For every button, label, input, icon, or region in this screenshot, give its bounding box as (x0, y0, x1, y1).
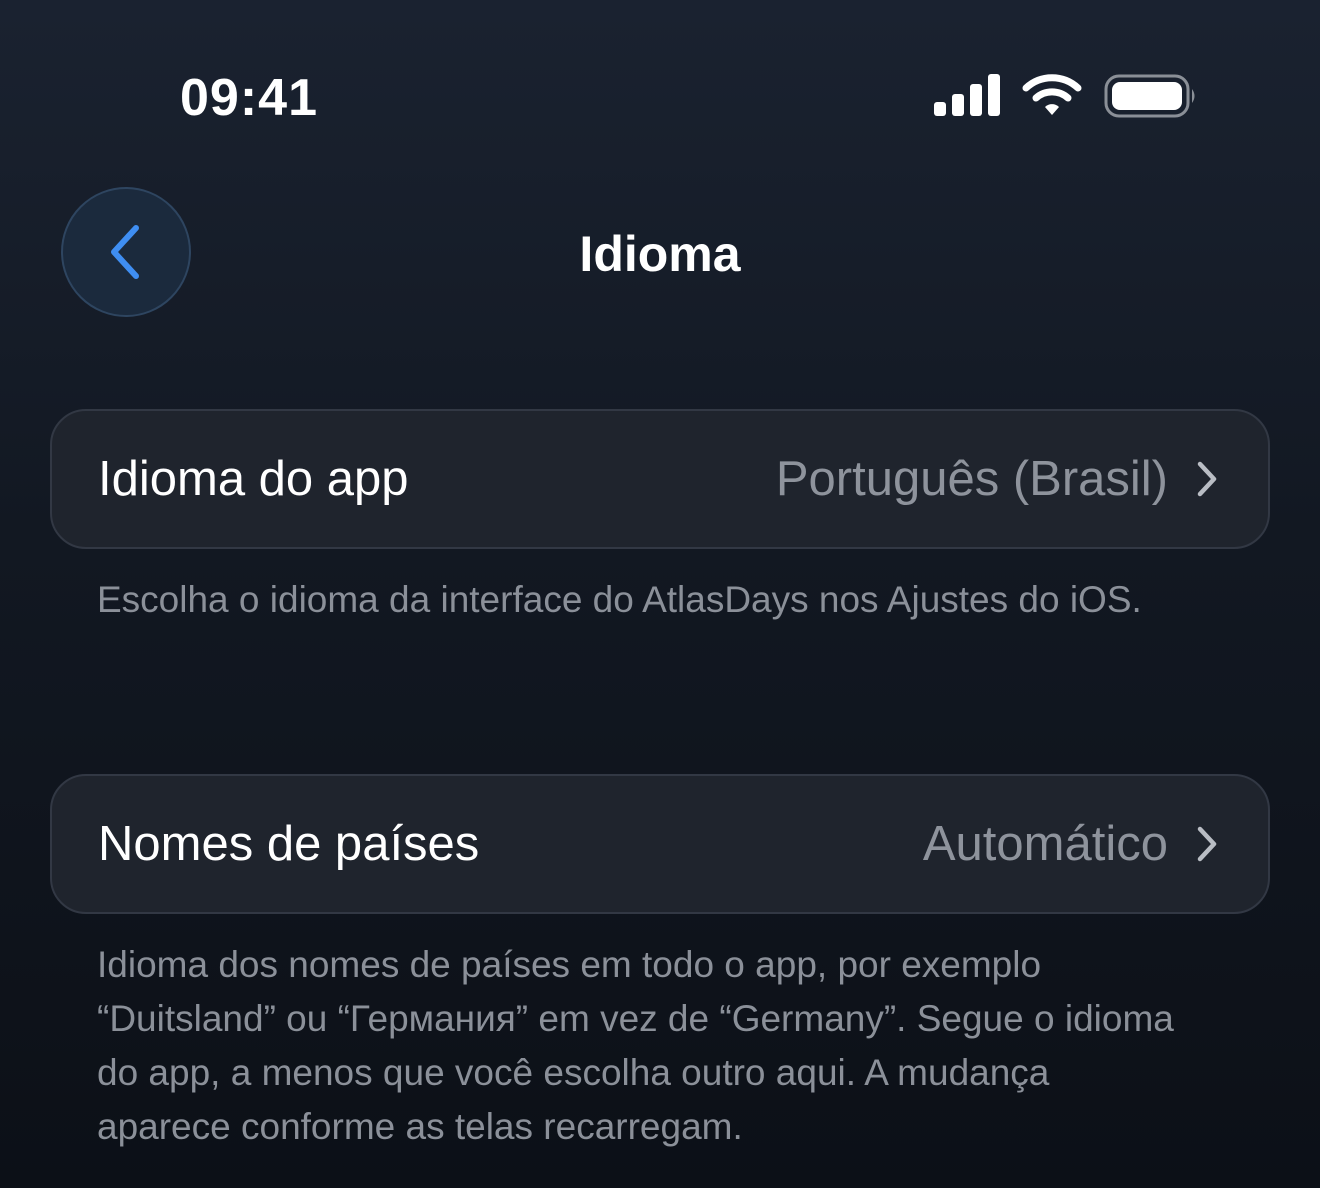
country-names-row[interactable]: Nomes de países Automático (50, 774, 1270, 914)
country-names-label: Nomes de países (98, 817, 480, 871)
country-names-value: Automático (922, 817, 1168, 871)
wifi-icon (1022, 74, 1082, 115)
app-language-value: Português (Brasil) (775, 452, 1168, 506)
app-language-row[interactable]: Idioma do app Português (Brasil) (50, 409, 1270, 549)
app-language-label: Idioma do app (98, 452, 409, 506)
app-language-footnote: Escolha o idioma da interface do AtlasDa… (97, 579, 1142, 620)
nav-bar: Idioma (0, 185, 1320, 320)
battery-icon (1104, 74, 1195, 118)
country-names-footnote: Idioma dos nomes de países em todo o app… (97, 944, 1174, 1147)
signal-icon (934, 74, 1000, 116)
status-bar: 09:41 (0, 0, 1320, 170)
status-time: 09:41 (180, 69, 318, 127)
chevron-right-icon (1197, 826, 1217, 862)
status-icons (934, 74, 1198, 118)
chevron-right-icon (1197, 461, 1217, 497)
page-title: Idioma (579, 226, 741, 282)
